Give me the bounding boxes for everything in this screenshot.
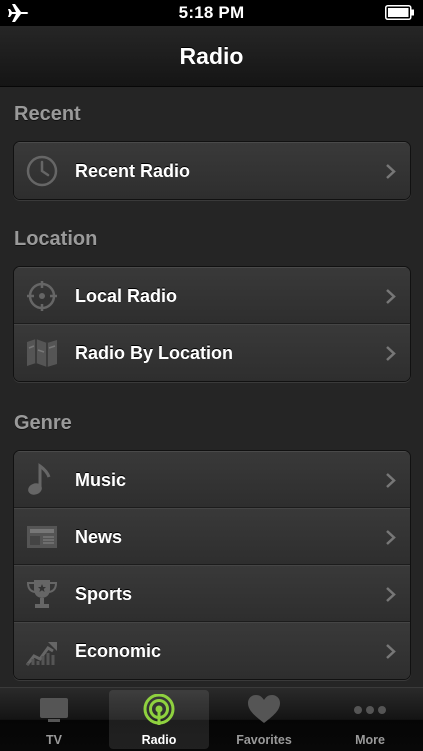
- radio-menu-list[interactable]: Recent Recent Radio Location Local Radio: [0, 87, 423, 687]
- radio-signal-icon: [143, 694, 175, 725]
- group-location: Local Radio Radio By Location: [13, 266, 411, 382]
- row-label: Economic: [75, 641, 162, 661]
- tab-label: Radio: [141, 733, 177, 747]
- more-dots-icon: [354, 706, 386, 714]
- chevron-right-icon: [386, 164, 396, 179]
- chevron-right-icon: [386, 346, 396, 361]
- section-header-genre: Genre: [14, 412, 72, 434]
- row-label: News: [75, 527, 123, 547]
- row-label: Sports: [75, 584, 133, 604]
- chevron-right-icon: [386, 289, 396, 304]
- tab-label: TV: [46, 733, 62, 747]
- row-label: Radio By Location: [75, 343, 234, 363]
- status-time: 5:18 PM: [178, 3, 245, 22]
- clock-icon: [26, 155, 58, 187]
- music-note-icon: [28, 463, 51, 495]
- row-local-radio[interactable]: Local Radio: [14, 267, 410, 324]
- row-music[interactable]: Music: [14, 451, 410, 508]
- row-label: Music: [75, 470, 127, 490]
- trophy-icon: [26, 580, 58, 608]
- chevron-right-icon: [386, 473, 396, 488]
- section-header-recent: Recent: [14, 103, 81, 125]
- tab-favorites[interactable]: Favorites: [214, 690, 314, 749]
- map-icon: [27, 339, 57, 367]
- status-bar: 5:18 PM: [0, 0, 423, 26]
- section-header-location: Location: [14, 228, 98, 250]
- group-recent: Recent Radio: [13, 141, 411, 200]
- battery-icon: [385, 5, 414, 20]
- tab-radio[interactable]: Radio: [109, 690, 209, 749]
- newspaper-icon: [27, 526, 57, 548]
- tab-label: More: [355, 733, 385, 747]
- tab-bar: TV Radio Favorites More: [0, 687, 423, 751]
- row-radio-by-location[interactable]: Radio By Location: [14, 324, 410, 381]
- chart-icon: [25, 642, 57, 666]
- row-label: Recent Radio: [75, 161, 191, 181]
- navigation-bar: Radio: [0, 26, 423, 87]
- row-news[interactable]: News: [14, 508, 410, 565]
- group-genre: Music News Sports Economic: [13, 450, 411, 680]
- row-label: Local Radio: [75, 286, 178, 306]
- chevron-right-icon: [386, 587, 396, 602]
- chevron-right-icon: [386, 644, 396, 659]
- row-economic[interactable]: Economic: [14, 622, 410, 679]
- location-crosshair-icon: [27, 281, 57, 311]
- tv-icon: [40, 698, 68, 722]
- heart-icon: [248, 695, 280, 723]
- chevron-right-icon: [386, 530, 396, 545]
- tab-more[interactable]: More: [320, 690, 420, 749]
- row-sports[interactable]: Sports: [14, 565, 410, 622]
- row-recent-radio[interactable]: Recent Radio: [14, 142, 410, 199]
- tab-tv[interactable]: TV: [4, 690, 104, 749]
- page-title: Radio: [179, 43, 244, 69]
- tab-label: Favorites: [236, 733, 292, 747]
